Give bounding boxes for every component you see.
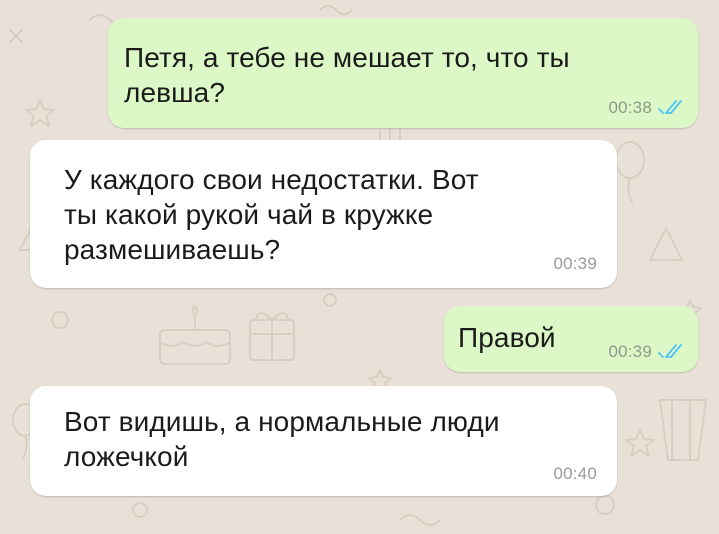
message-time: 00:38 [608, 98, 652, 117]
message-text: Вот видишь, а нормальные люди ложечкой [64, 406, 500, 472]
message-text: Петя, а тебе не мешает то, что ты левша? [124, 42, 570, 108]
message-bubble-outgoing[interactable]: Правой 00:39 [444, 306, 698, 372]
message-text: У каждого свои недостатки. Вот ты какой … [64, 164, 479, 265]
message-bubble-incoming[interactable]: Вот видишь, а нормальные люди ложечкой 0… [30, 386, 617, 496]
message-bubble-outgoing[interactable]: Петя, а тебе не мешает то, что ты левша?… [108, 18, 698, 128]
message-time: 00:39 [553, 254, 597, 273]
message-meta: 00:38 [608, 98, 684, 118]
message-meta: 00:39 [608, 342, 684, 362]
message-meta: 00:40 [553, 464, 597, 484]
message-meta: 00:39 [553, 254, 597, 274]
double-check-read-icon [658, 100, 682, 114]
double-check-read-icon [658, 344, 682, 358]
message-text: Правой [458, 322, 556, 353]
message-bubble-incoming[interactable]: У каждого свои недостатки. Вот ты какой … [30, 140, 617, 288]
message-time: 00:40 [553, 464, 597, 483]
message-time: 00:39 [608, 342, 652, 361]
